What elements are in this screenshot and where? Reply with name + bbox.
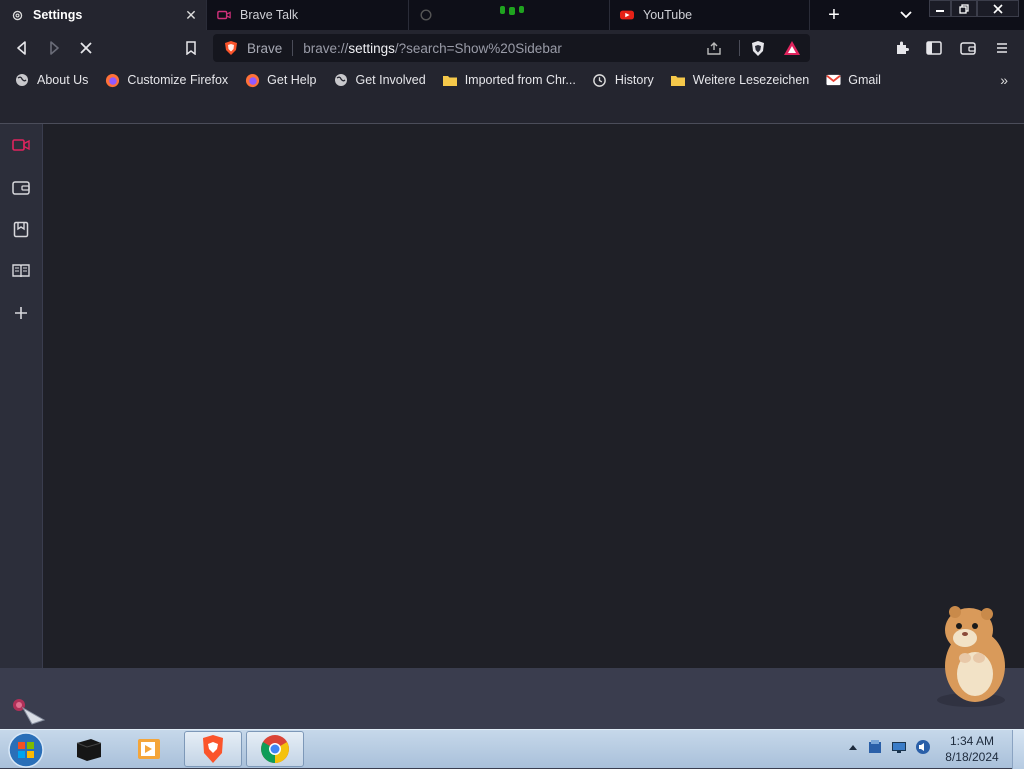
taskbar: 1:34 AM 8/18/2024 <box>0 729 1024 769</box>
network-icon[interactable] <box>890 738 908 756</box>
globe-icon <box>333 72 349 88</box>
brave-shield-icon <box>223 40 239 56</box>
bookmark-label: About Us <box>37 73 89 87</box>
bookmark-label: Get Involved <box>355 73 426 87</box>
map-pin-sticker-icon <box>8 696 48 726</box>
tab-loading[interactable] <box>409 0 610 30</box>
tab-settings[interactable]: Settings ✕ <box>0 0 207 30</box>
tab-youtube[interactable]: YouTube <box>610 0 810 30</box>
restore-button[interactable] <box>951 0 977 17</box>
bookmarks-icon[interactable] <box>10 218 32 240</box>
bookmark-label: Customize Firefox <box>127 73 229 87</box>
address-bar[interactable]: Brave brave://settings/?search=Show%20Si… <box>213 34 810 62</box>
extensions-icon[interactable] <box>890 36 914 60</box>
bookmark-about-us[interactable]: About Us <box>14 72 88 88</box>
taskbar-app-media-player[interactable] <box>120 731 178 767</box>
taskbar-app-terminal[interactable] <box>60 731 118 767</box>
brave-talk-icon[interactable] <box>10 134 32 156</box>
menu-icon[interactable] <box>990 36 1014 60</box>
globe-icon <box>14 72 30 88</box>
bookmark-label: Get Help <box>267 73 317 87</box>
start-button[interactable] <box>6 731 46 769</box>
tab-label: Settings <box>33 8 83 22</box>
tab-label: Brave Talk <box>240 8 299 22</box>
bookmark-get-involved[interactable]: Get Involved <box>333 72 426 88</box>
desktop-background <box>0 668 1024 729</box>
youtube-icon <box>620 8 634 22</box>
taskbar-app-chrome[interactable] <box>246 731 304 767</box>
bookmark-label: Imported from Chr... <box>464 73 576 87</box>
clock-time: 1:34 AM <box>949 734 995 748</box>
close-window-button[interactable] <box>977 0 1019 17</box>
close-tab-icon[interactable]: ✕ <box>184 8 198 22</box>
folder-icon <box>670 72 686 88</box>
taskbar-app-brave[interactable] <box>184 731 242 767</box>
url-path: /?search=Show%20Sidebar <box>394 40 562 56</box>
sidebar-toggle-icon[interactable] <box>922 36 946 60</box>
volume-icon[interactable] <box>914 738 932 756</box>
firefox-icon <box>244 72 260 88</box>
hamster-desktop-pet <box>925 600 1015 710</box>
add-icon[interactable] <box>10 302 32 324</box>
folder-icon <box>442 72 458 88</box>
brave-shields-icon[interactable] <box>747 37 769 59</box>
share-icon[interactable] <box>703 37 725 59</box>
chevron-down-icon[interactable] <box>895 4 917 26</box>
bookmark-page-icon[interactable] <box>179 36 203 60</box>
tab-strip: Settings ✕ Brave Talk YouTube + <box>0 0 1024 30</box>
forward-button[interactable] <box>42 36 66 60</box>
system-clock[interactable]: 1:34 AM 8/18/2024 <box>936 733 1008 765</box>
minimize-button[interactable] <box>929 0 951 17</box>
divider <box>739 40 740 56</box>
back-button[interactable] <box>10 36 34 60</box>
bookmark-folder-imported[interactable]: Imported from Chr... <box>442 72 576 88</box>
stop-loading-button[interactable] <box>74 36 98 60</box>
brave-rewards-icon[interactable] <box>781 37 803 59</box>
clock-date: 8/18/2024 <box>945 750 999 764</box>
gmail-icon <box>825 72 841 88</box>
media-indicator-icon <box>497 4 527 16</box>
firefox-icon <box>104 72 120 88</box>
page-header-area <box>0 94 1024 124</box>
more-bookmarks-icon[interactable]: » <box>1000 72 1008 88</box>
tab-brave-talk[interactable]: Brave Talk <box>207 0 409 30</box>
divider <box>292 40 294 56</box>
gear-icon <box>10 8 24 22</box>
wallet-icon[interactable] <box>10 176 32 198</box>
tab-label: YouTube <box>643 8 693 22</box>
wallet-icon[interactable] <box>956 36 980 60</box>
security-icon[interactable] <box>866 738 884 756</box>
bookmark-history[interactable]: History <box>592 72 654 88</box>
video-camera-icon <box>217 8 231 22</box>
bookmark-folder-weitere[interactable]: Weitere Lesezeichen <box>670 72 810 88</box>
bookmark-customize-firefox[interactable]: Customize Firefox <box>104 72 228 88</box>
bookmark-get-help[interactable]: Get Help <box>244 72 317 88</box>
history-icon <box>592 72 608 88</box>
new-tab-button[interactable]: + <box>820 0 848 30</box>
url-scheme: brave:// <box>303 40 349 56</box>
bookmark-label: Gmail <box>848 73 881 87</box>
bookmarks-bar: About Us Customize Firefox Get Help Get … <box>0 66 1024 94</box>
show-hidden-icons[interactable] <box>844 738 862 756</box>
bookmark-label: History <box>614 73 654 87</box>
bookmark-label: Weitere Lesezeichen <box>692 73 810 87</box>
sidebar <box>0 124 42 668</box>
url-host: settings <box>348 40 395 56</box>
reading-list-icon[interactable] <box>10 260 32 282</box>
settings-content-area <box>43 124 1024 668</box>
bookmark-gmail[interactable]: Gmail <box>825 72 881 88</box>
site-label: Brave <box>247 40 283 56</box>
show-desktop-button[interactable] <box>1012 730 1024 769</box>
loading-icon <box>419 8 433 22</box>
